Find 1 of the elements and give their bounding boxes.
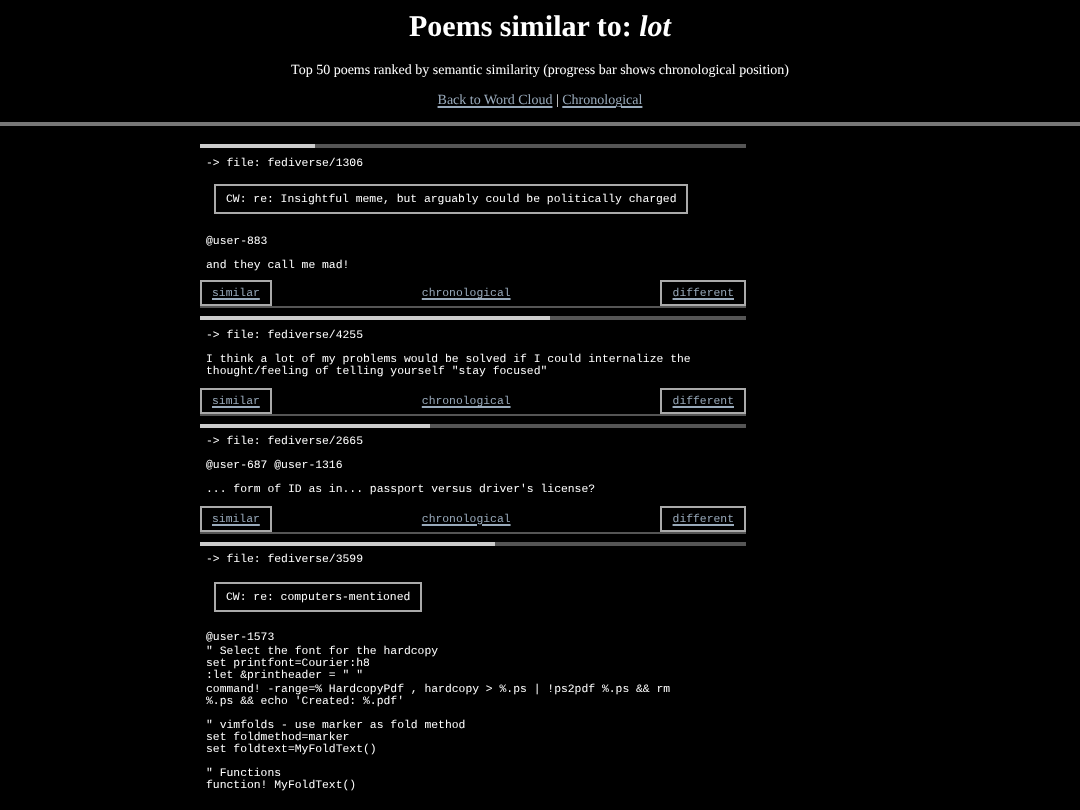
page-title: Poems similar to: lot	[407, 10, 674, 46]
